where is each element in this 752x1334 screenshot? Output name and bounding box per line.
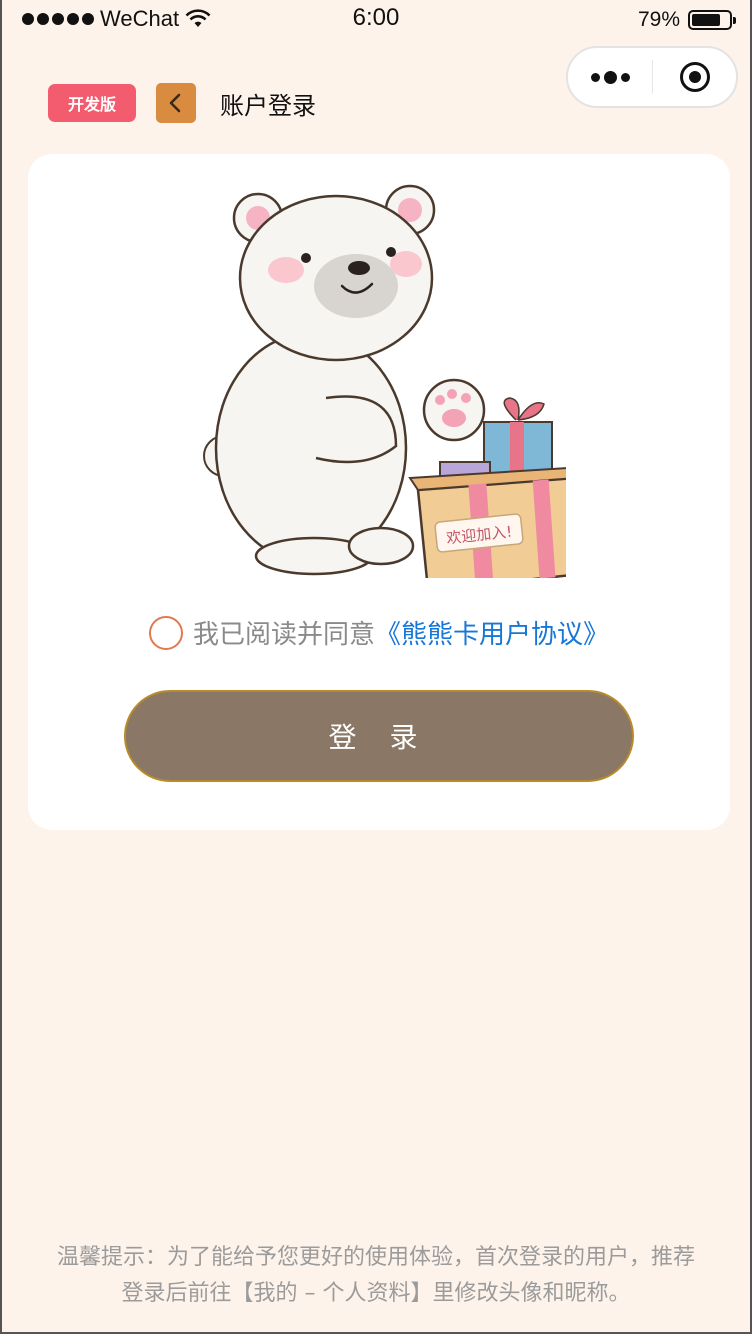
battery-group: 79% xyxy=(637,8,736,32)
login-card: 欢迎加入! 我已阅读并同意 《熊熊卡用户协议》 登 录 xyxy=(28,154,730,830)
user-agreement-link[interactable]: 《熊熊卡用户协议》 xyxy=(375,614,609,651)
battery-percent: 79% xyxy=(637,8,680,31)
login-button[interactable]: 登 录 xyxy=(124,690,634,782)
page-title: 账户登录 xyxy=(220,92,316,120)
chevron-left-icon xyxy=(169,93,181,113)
back-button[interactable] xyxy=(156,83,196,123)
bear-with-gift-box-illustration: 欢迎加入! xyxy=(203,184,566,578)
agreement-text: 我已阅读并同意 xyxy=(192,620,375,650)
dev-version-badge: 开发版 xyxy=(48,84,136,122)
miniprogram-capsule xyxy=(566,46,738,108)
target-icon xyxy=(679,62,710,92)
tip-text: 温馨提示：为了能给予您更好的使用体验，首次登录的用户，推荐 登录后前往【我的 –… xyxy=(22,1240,730,1312)
tip-line-1: 温馨提示：为了能给予您更好的使用体验，首次登录的用户，推荐 xyxy=(56,1245,695,1270)
battery-icon xyxy=(688,10,736,30)
status-bar: WeChat 6:00 79% xyxy=(2,0,750,40)
agreement-checkbox[interactable] xyxy=(148,615,183,650)
tip-line-2: 登录后前往【我的 – 个人资料】里修改头像和昵称。 xyxy=(121,1281,631,1306)
agreement-row: 我已阅读并同意 《熊熊卡用户协议》 xyxy=(28,614,730,651)
close-miniprogram-button[interactable] xyxy=(653,62,736,92)
more-menu-button[interactable] xyxy=(568,70,652,84)
